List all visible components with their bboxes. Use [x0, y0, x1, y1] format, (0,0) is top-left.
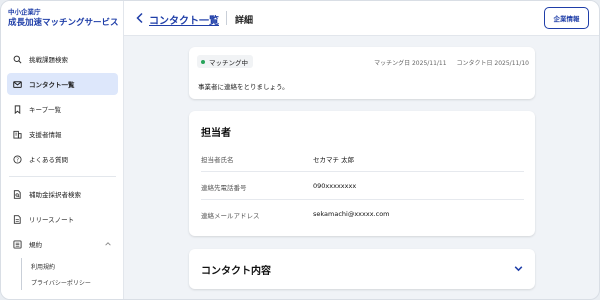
svg-text:?: ? [16, 157, 19, 163]
status-badge: マッチング中 [197, 55, 253, 68]
sidebar-item-supporter-info[interactable]: 支援者情報 [7, 123, 118, 145]
sidebar-item-subsidy-search[interactable]: 補助金採択者検索 [7, 183, 118, 205]
chevron-down-icon[interactable] [513, 263, 524, 274]
sidebar-subitem-privacy-policy[interactable]: プライバシーポリシー [21, 274, 124, 290]
info-value: sekamachi@xxxxx.com [313, 210, 390, 218]
header: コンタクト一覧 詳細 企業情報 [124, 1, 599, 36]
sidebar-item-challenge-search[interactable]: 挑戦課題検索 [7, 48, 118, 70]
sidebar-item-terms[interactable]: 規約 [7, 233, 118, 255]
app-window: 中小企業庁 成長加速マッチングサービス 挑戦課題検索 コンタクト一覧 キープ一覧… [0, 0, 600, 300]
info-value: 090xxxxxxxx [313, 182, 357, 190]
matching-date: マッチング日 2025/11/11 [374, 60, 447, 67]
contact-content-accordion[interactable]: コンタクト内容 [189, 249, 535, 289]
search-icon [13, 55, 22, 64]
status-card: マッチング中 マッチング日 2025/11/11 コンタクト日 2025/11/… [189, 47, 535, 99]
sidebar-item-label: 規約 [29, 241, 42, 249]
brand-logo[interactable]: 中小企業庁 成長加速マッチングサービス [8, 8, 119, 29]
sidebar-nav: 挑戦課題検索 コンタクト一覧 キープ一覧 支援者情報 ? よくある質問 補助金採… [1, 48, 124, 290]
sidebar-item-label: リリースノート [29, 216, 75, 224]
chevron-up-icon[interactable] [104, 240, 112, 248]
info-value: セカマチ 太郎 [313, 156, 355, 164]
breadcrumb-contact-list-link[interactable]: コンタクト一覧 [149, 12, 219, 27]
info-label: 連絡メールアドレス [201, 212, 260, 220]
sidebar-item-label: コンタクト一覧 [29, 81, 75, 89]
sidebar-item-release-notes[interactable]: リリースノート [7, 208, 118, 230]
document-search-icon [13, 189, 22, 199]
info-label: 担当者氏名 [201, 156, 234, 164]
breadcrumb-separator [226, 11, 227, 25]
company-info-button[interactable]: 企業情報 [544, 7, 589, 29]
contact-date: コンタクト日 2025/11/10 [456, 60, 530, 67]
section-title: コンタクト内容 [201, 266, 271, 277]
sidebar-item-label: よくある質問 [29, 156, 68, 164]
sidebar-item-label: キープ一覧 [29, 106, 62, 114]
sidebar-subitem-label: 利用規約 [31, 263, 56, 271]
document-icon [13, 214, 22, 224]
brand-org: 中小企業庁 [8, 8, 41, 16]
info-row-name: 担当者氏名 セカマチ 太郎 [201, 144, 524, 172]
chevron-left-icon[interactable] [135, 12, 145, 24]
sidebar-item-label: 挑戦課題検索 [29, 56, 68, 64]
list-icon [13, 239, 22, 249]
question-icon: ? [13, 154, 22, 164]
status-message: 事業者に連絡をとりましょう。 [198, 83, 289, 91]
info-label: 連絡先電話番号 [201, 184, 247, 192]
sidebar-item-label: 支援者情報 [29, 131, 62, 139]
section-title: 担当者 [201, 128, 231, 139]
sidebar-item-label: 補助金採択者検索 [29, 191, 81, 199]
info-row-email: 連絡メールアドレス sekamachi@xxxxx.com [201, 200, 524, 228]
sidebar-item-contact-list[interactable]: コンタクト一覧 [7, 73, 118, 95]
sidebar-divider [9, 176, 116, 177]
sidebar-subitem-terms-of-use[interactable]: 利用規約 [21, 258, 124, 274]
bookmark-icon [13, 104, 22, 114]
sidebar-item-faq[interactable]: ? よくある質問 [7, 148, 118, 170]
sidebar-subitem-label: プライバシーポリシー [31, 279, 91, 287]
building-icon [13, 130, 22, 139]
breadcrumb-current: 詳細 [235, 16, 254, 26]
brand-name: 成長加速マッチングサービス [8, 18, 119, 28]
date-info: マッチング日 2025/11/11 コンタクト日 2025/11/10 [366, 58, 529, 67]
status-badge-label: マッチング中 [209, 58, 248, 67]
sidebar: 中小企業庁 成長加速マッチングサービス 挑戦課題検索 コンタクト一覧 キープ一覧… [1, 1, 124, 299]
sidebar-item-keep-list[interactable]: キープ一覧 [7, 98, 118, 120]
status-dot-icon [201, 59, 205, 64]
info-row-phone: 連絡先電話番号 090xxxxxxxx [201, 172, 524, 200]
mail-icon [13, 80, 22, 89]
contact-person-card: 担当者 担当者氏名 セカマチ 太郎 連絡先電話番号 090xxxxxxxx 連絡… [189, 111, 535, 236]
